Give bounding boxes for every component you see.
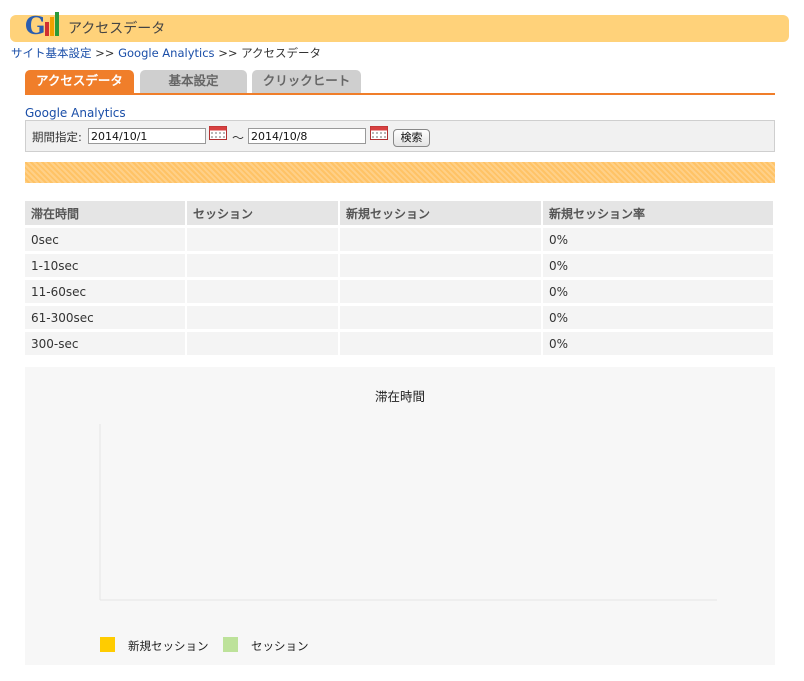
table-cell	[340, 280, 541, 303]
table-cell	[187, 332, 338, 355]
column-header-sessions: セッション	[187, 201, 338, 225]
table-cell	[187, 228, 338, 251]
column-header-new-sessions: 新規セッション	[340, 201, 541, 225]
section-label-google-analytics: Google Analytics	[25, 106, 126, 120]
svg-text:G: G	[25, 11, 46, 40]
period-label: 期間指定:	[32, 130, 82, 144]
google-analytics-logo-icon: G	[25, 11, 59, 40]
breadcrumb: サイト基本設定 >> Google Analytics >> アクセスデータ	[11, 45, 321, 61]
table-cell: 0sec	[25, 228, 185, 251]
start-date-input[interactable]	[88, 128, 206, 144]
date-filter-panel: 期間指定: 〜 検索	[25, 120, 775, 152]
column-header-dwell-time: 滞在時間	[25, 201, 185, 225]
table-cell	[187, 306, 338, 329]
table-cell: 0%	[543, 306, 773, 329]
date-range-separator: 〜	[232, 131, 245, 145]
table-row: 1-10sec 0%	[25, 254, 773, 277]
table-cell	[340, 306, 541, 329]
chart-panel: 滞在時間 新規セッション セッション	[25, 367, 775, 665]
table-cell: 61-300sec	[25, 306, 185, 329]
calendar-icon[interactable]	[209, 125, 227, 140]
legend-label-new-sessions: 新規セッション	[128, 639, 209, 653]
page-header-title: アクセスデータ	[68, 21, 166, 37]
table-cell: 0%	[543, 254, 773, 277]
tab-click-heat[interactable]: クリックヒート	[252, 70, 361, 94]
section-divider-band	[25, 162, 775, 183]
column-header-new-session-rate: 新規セッション率	[543, 201, 773, 225]
table-cell: 11-60sec	[25, 280, 185, 303]
table-row: 0sec 0%	[25, 228, 773, 251]
breadcrumb-separator: >>	[95, 46, 115, 60]
table-cell: 0%	[543, 332, 773, 355]
chart-plot-area	[99, 424, 717, 601]
breadcrumb-current: アクセスデータ	[241, 46, 322, 60]
tab-underline	[25, 93, 775, 95]
dwell-time-table: 滞在時間 セッション 新規セッション 新規セッション率 0sec 0% 1-10…	[23, 198, 775, 358]
legend-swatch-new-sessions	[100, 637, 115, 652]
tab-basic-settings[interactable]: 基本設定	[140, 70, 247, 94]
table-row: 300-sec 0%	[25, 332, 773, 355]
table-header-row: 滞在時間 セッション 新規セッション 新規セッション率	[25, 201, 773, 225]
search-button[interactable]: 検索	[393, 129, 430, 147]
breadcrumb-link-site-settings[interactable]: サイト基本設定	[11, 46, 92, 60]
table-cell: 1-10sec	[25, 254, 185, 277]
table-cell	[340, 332, 541, 355]
table-cell: 0%	[543, 228, 773, 251]
table-cell	[187, 280, 338, 303]
breadcrumb-link-google-analytics[interactable]: Google Analytics	[118, 46, 214, 60]
table-cell: 0%	[543, 280, 773, 303]
end-date-input[interactable]	[248, 128, 366, 144]
table-row: 61-300sec 0%	[25, 306, 773, 329]
tab-access-data[interactable]: アクセスデータ	[25, 70, 134, 94]
table-cell: 300-sec	[25, 332, 185, 355]
calendar-icon[interactable]	[370, 125, 388, 140]
table-row: 11-60sec 0%	[25, 280, 773, 303]
legend-label-sessions: セッション	[251, 639, 309, 653]
table-cell	[340, 228, 541, 251]
table-cell	[340, 254, 541, 277]
breadcrumb-separator: >>	[218, 46, 238, 60]
legend-swatch-sessions	[223, 637, 238, 652]
table-cell	[187, 254, 338, 277]
